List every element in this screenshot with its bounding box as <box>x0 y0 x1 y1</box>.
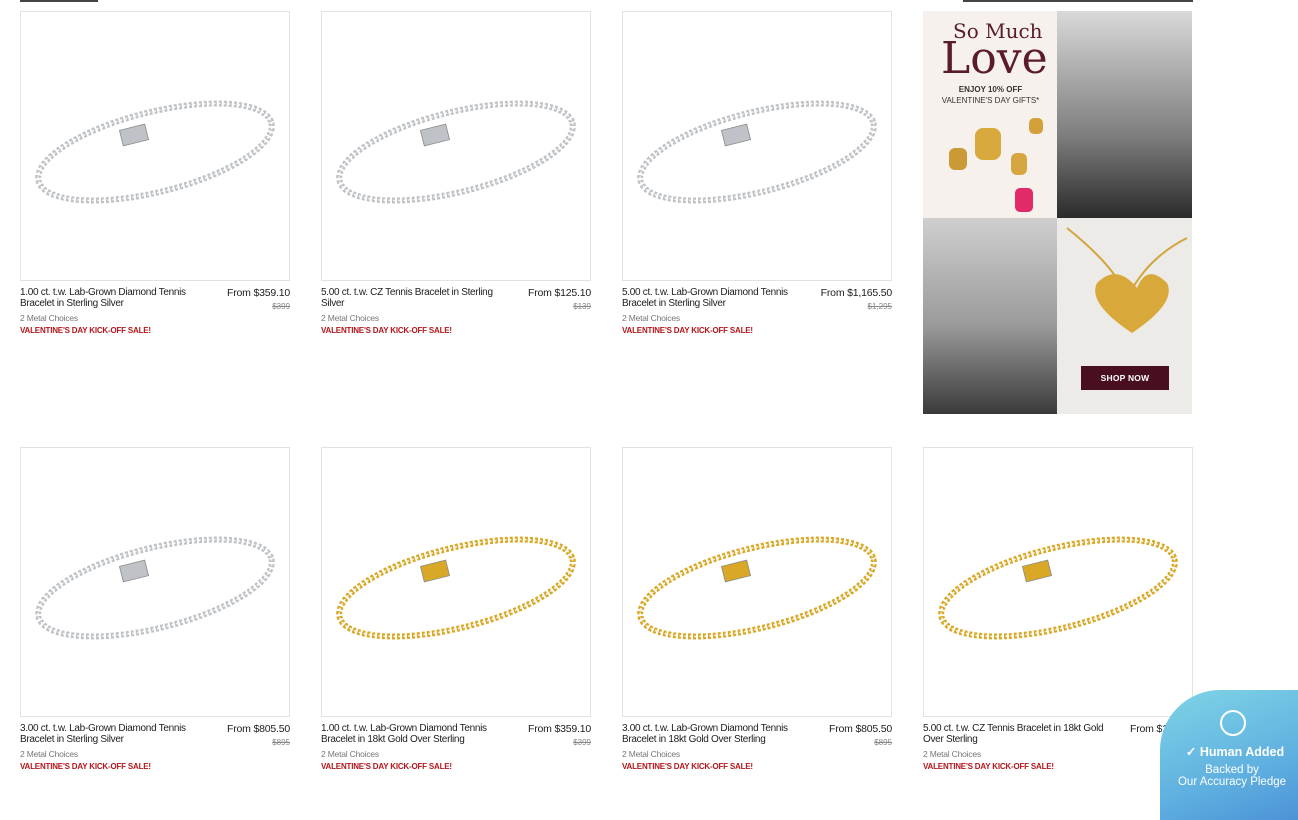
product-image[interactable] <box>321 11 591 281</box>
bracelet-clasp <box>720 123 752 147</box>
bracelet-image <box>336 100 576 204</box>
sale-label: VALENTINE'S DAY KICK-OFF SALE! <box>622 762 753 771</box>
product-image[interactable] <box>20 11 290 281</box>
bracelet-image <box>35 100 275 204</box>
sale-label: VALENTINE'S DAY KICK-OFF SALE! <box>20 326 151 335</box>
product-info: 5.00 ct. t.w. CZ Tennis Bracelet in 18kt… <box>923 723 1193 773</box>
metal-choices: 2 Metal Choices <box>321 749 379 759</box>
bracelet-clasp <box>419 559 451 583</box>
sale-label: VALENTINE'S DAY KICK-OFF SALE! <box>20 762 151 771</box>
product-card[interactable]: 5.00 ct. t.w. CZ Tennis Bracelet in 18kt… <box>923 447 1193 773</box>
sale-label: VALENTINE'S DAY KICK-OFF SALE! <box>622 326 753 335</box>
bracelet-clasp <box>1021 559 1053 583</box>
product-card[interactable]: 5.00 ct. t.w. Lab-Grown Diamond Tennis B… <box>622 11 892 337</box>
promo-photo-woman-hands <box>923 218 1057 414</box>
product-original-price: $1,295 <box>867 302 892 311</box>
bracelet-chain <box>35 100 275 204</box>
product-image[interactable] <box>20 447 290 717</box>
product-info: 5.00 ct. t.w. Lab-Grown Diamond Tennis B… <box>622 287 892 337</box>
product-price: From $125.10 <box>528 287 591 299</box>
metal-choices: 2 Metal Choices <box>20 313 78 323</box>
chat-icon <box>1220 710 1246 736</box>
promo-banner[interactable]: So Much Love ENJOY 10% OFF VALENTINE'S D… <box>923 11 1192 414</box>
product-price: From $1,165.50 <box>820 287 893 299</box>
product-image[interactable] <box>622 11 892 281</box>
bracelet-image <box>938 536 1178 640</box>
product-original-price: $399 <box>272 302 290 311</box>
product-price: From $359.10 <box>227 287 290 299</box>
top-divider-left <box>20 0 98 2</box>
sale-label: VALENTINE'S DAY KICK-OFF SALE! <box>321 326 452 335</box>
product-info: 5.00 ct. t.w. CZ Tennis Bracelet in Ster… <box>321 287 591 337</box>
product-card[interactable]: 3.00 ct. t.w. Lab-Grown Diamond Tennis B… <box>20 447 290 773</box>
bracelet-chain <box>35 536 275 640</box>
bracelet-image <box>637 100 877 204</box>
bracelet-chain <box>637 100 877 204</box>
metal-choices: 2 Metal Choices <box>622 749 680 759</box>
check-circle-icon: ✓ <box>1185 745 1200 759</box>
bracelet-chain <box>938 536 1178 640</box>
product-image[interactable] <box>622 447 892 717</box>
bracelet-clasp <box>419 123 451 147</box>
product-title[interactable]: 1.00 ct. t.w. Lab-Grown Diamond Tennis B… <box>20 287 205 309</box>
product-title[interactable]: 5.00 ct. t.w. CZ Tennis Bracelet in Ster… <box>321 287 506 309</box>
bracelet-image <box>336 536 576 640</box>
product-card[interactable]: 1.00 ct. t.w. Lab-Grown Diamond Tennis B… <box>321 447 591 773</box>
badge-heading: ✓ Human Added <box>1185 745 1285 759</box>
sale-label: VALENTINE'S DAY KICK-OFF SALE! <box>321 762 452 771</box>
product-original-price: $139 <box>573 302 591 311</box>
product-info: 3.00 ct. t.w. Lab-Grown Diamond Tennis B… <box>20 723 290 773</box>
product-original-price: $895 <box>272 738 290 747</box>
product-card[interactable]: 5.00 ct. t.w. CZ Tennis Bracelet in Ster… <box>321 11 591 337</box>
bracelet-image <box>637 536 877 640</box>
bracelet-chain <box>336 100 576 204</box>
product-image[interactable] <box>321 447 591 717</box>
product-price: From $805.50 <box>227 723 290 735</box>
shop-now-button[interactable]: SHOP NOW <box>1081 366 1169 390</box>
bracelet-chain <box>336 536 576 640</box>
metal-choices: 2 Metal Choices <box>20 749 78 759</box>
promo-title-big: Love <box>941 33 1048 84</box>
product-title[interactable]: 5.00 ct. t.w. CZ Tennis Bracelet in 18kt… <box>923 723 1108 745</box>
promo-subtitle-2: VALENTINE'S DAY GIFTS* <box>941 96 1040 105</box>
product-title[interactable]: 5.00 ct. t.w. Lab-Grown Diamond Tennis B… <box>622 287 807 309</box>
product-price: From $805.50 <box>829 723 892 735</box>
product-price: From $359.10 <box>528 723 591 735</box>
product-original-price: $895 <box>874 738 892 747</box>
product-card[interactable]: 3.00 ct. t.w. Lab-Grown Diamond Tennis B… <box>622 447 892 773</box>
sale-label: VALENTINE'S DAY KICK-OFF SALE! <box>923 762 1054 771</box>
badge-subtitle: Backed by Our Accuracy Pledge <box>1177 764 1287 788</box>
product-info: 3.00 ct. t.w. Lab-Grown Diamond Tennis B… <box>622 723 892 773</box>
promo-photo-woman <box>1057 11 1192 218</box>
top-divider-right <box>963 0 1193 2</box>
metal-choices: 2 Metal Choices <box>923 749 981 759</box>
bracelet-clasp <box>118 123 150 147</box>
product-title[interactable]: 3.00 ct. t.w. Lab-Grown Diamond Tennis B… <box>622 723 807 745</box>
product-info: 1.00 ct. t.w. Lab-Grown Diamond Tennis B… <box>321 723 591 773</box>
metal-choices: 2 Metal Choices <box>321 313 379 323</box>
product-title[interactable]: 1.00 ct. t.w. Lab-Grown Diamond Tennis B… <box>321 723 506 745</box>
bracelet-clasp <box>720 559 752 583</box>
product-image[interactable] <box>923 447 1193 717</box>
product-info: 1.00 ct. t.w. Lab-Grown Diamond Tennis B… <box>20 287 290 337</box>
product-original-price: $399 <box>573 738 591 747</box>
bracelet-image <box>35 536 275 640</box>
accuracy-pledge-badge[interactable]: ✓ Human Added Backed by Our Accuracy Ple… <box>1160 690 1298 820</box>
bracelet-clasp <box>118 559 150 583</box>
bracelet-chain <box>637 536 877 640</box>
product-card[interactable]: 1.00 ct. t.w. Lab-Grown Diamond Tennis B… <box>20 11 290 337</box>
product-title[interactable]: 3.00 ct. t.w. Lab-Grown Diamond Tennis B… <box>20 723 205 745</box>
metal-choices: 2 Metal Choices <box>622 313 680 323</box>
promo-subtitle-1: ENJOY 10% OFF <box>958 85 1023 94</box>
promo-rings-icon <box>949 118 1043 212</box>
